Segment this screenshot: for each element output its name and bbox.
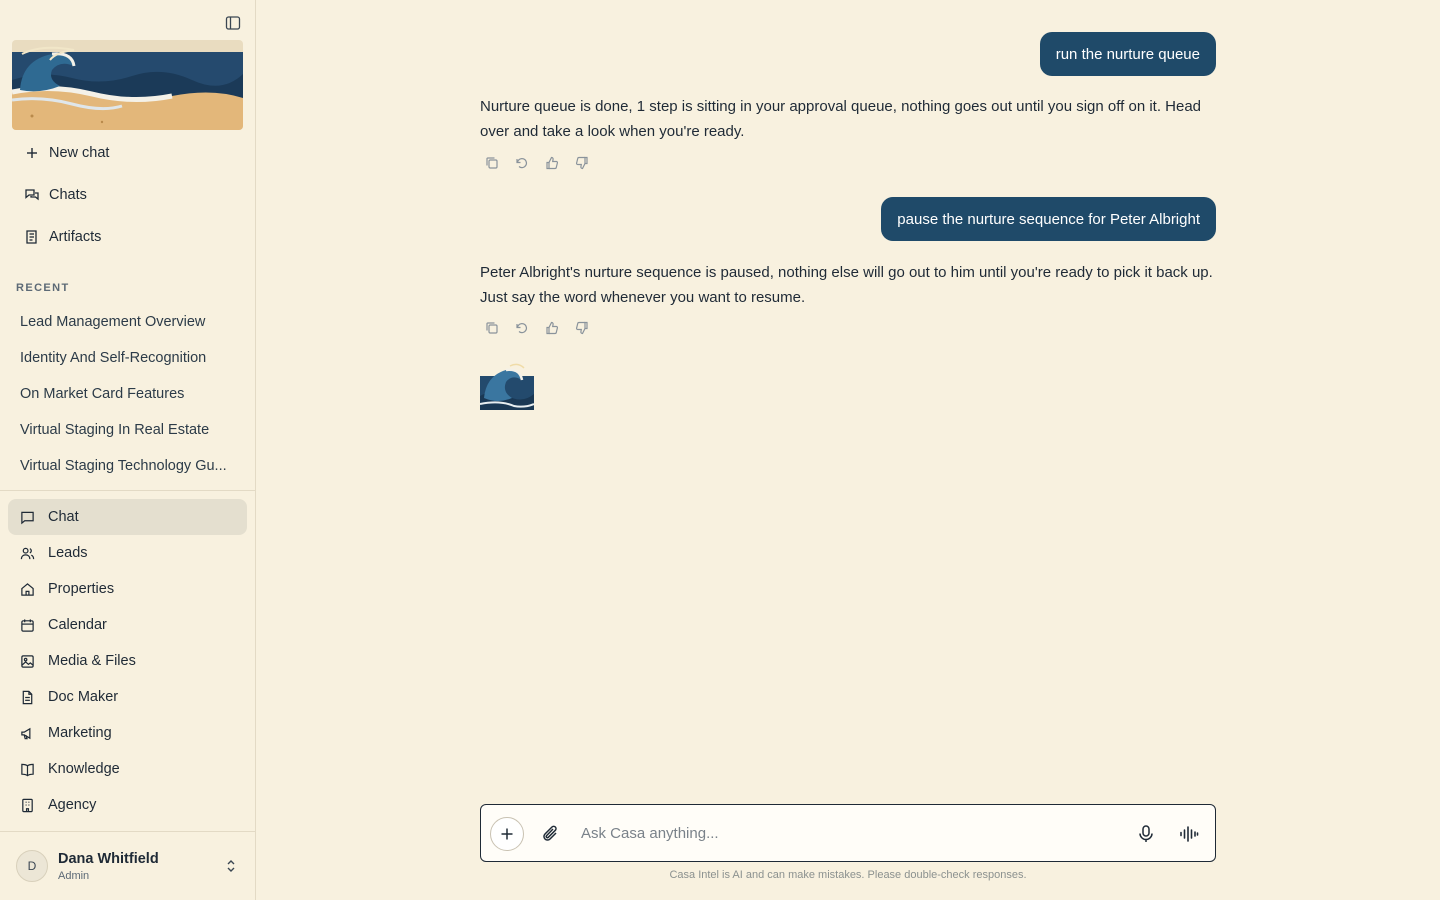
nav-item-label: Calendar: [48, 617, 107, 633]
chats-icon: [25, 189, 39, 201]
thumbs-up-button[interactable]: [544, 155, 560, 171]
nav-item-media-files[interactable]: Media & Files: [8, 643, 247, 679]
calendar-icon: [21, 618, 34, 632]
recent-chat-item[interactable]: Virtual Staging Technology Gu...: [8, 448, 248, 484]
top-nav: New chat Chats Artifacts: [12, 132, 244, 258]
user-name: Dana Whitfield: [58, 850, 159, 867]
plus-icon: [27, 148, 37, 158]
nav-item-properties[interactable]: Properties: [8, 571, 247, 607]
thumbs-down-button[interactable]: [574, 320, 590, 336]
nav-item-label: Properties: [48, 581, 115, 597]
nav-item-doc-maker[interactable]: Doc Maker: [8, 679, 247, 715]
building-icon: [22, 798, 33, 812]
nav-item-leads[interactable]: Leads: [8, 535, 247, 571]
book-icon: [21, 763, 34, 776]
thumbs-down-icon: [575, 156, 588, 170]
thumbs-up-button[interactable]: [544, 320, 560, 336]
message-actions: [484, 155, 590, 171]
regenerate-button[interactable]: [514, 155, 530, 171]
nav-item-label: Agency: [48, 797, 97, 813]
sidebar-toggle-button[interactable]: [222, 12, 244, 34]
nav-item-label: Chat: [48, 509, 79, 525]
nav-item-label: Media & Files: [48, 653, 136, 669]
message-actions: [484, 320, 590, 336]
voice-mode-icon[interactable]: [1179, 824, 1199, 844]
thumbs-down-icon: [575, 321, 588, 335]
message-icon: [21, 511, 34, 524]
nav-item-label: Doc Maker: [48, 689, 119, 705]
users-icon: [20, 547, 35, 559]
sidebar: New chat Chats Artifacts RECENT Lead Man…: [0, 0, 256, 900]
nav-item-chat[interactable]: Chat: [8, 499, 247, 535]
chat-composer: [480, 804, 1216, 862]
chats-label: Chats: [49, 187, 87, 203]
microphone-icon[interactable]: [1136, 824, 1156, 844]
copy-button[interactable]: [484, 320, 500, 336]
nav-item-knowledge[interactable]: Knowledge: [8, 751, 247, 787]
copy-button[interactable]: [484, 155, 500, 171]
regenerate-button[interactable]: [514, 320, 530, 336]
nav-item-marketing[interactable]: Marketing: [8, 715, 247, 751]
recent-chat-item[interactable]: Lead Management Overview: [8, 304, 248, 340]
recent-chat-item[interactable]: Identity And Self-Recognition: [8, 340, 248, 376]
nav-item-agency[interactable]: Agency: [8, 787, 247, 823]
artifacts-icon: [26, 230, 37, 244]
chevron-up-down-icon[interactable]: [224, 858, 238, 874]
thumbs-up-icon: [546, 156, 559, 170]
assistant-message: Nurture queue is done, 1 step is sitting…: [480, 98, 1202, 140]
chat-input[interactable]: [581, 819, 1121, 847]
user-message: pause the nurture sequence for Peter Alb…: [881, 197, 1216, 241]
paperclip-icon[interactable]: [541, 824, 561, 844]
recent-chat-item[interactable]: Virtual Staging In Real Estate: [8, 412, 248, 448]
nav-item-calendar[interactable]: Calendar: [8, 607, 247, 643]
casa-wave-avatar: [480, 363, 534, 410]
avatar: D: [16, 850, 48, 882]
user-role: Admin: [58, 869, 90, 882]
ai-disclaimer: Casa Intel is AI and can make mistakes. …: [669, 869, 1027, 881]
new-chat-button[interactable]: New chat: [12, 132, 244, 174]
chats-link[interactable]: Chats: [12, 174, 244, 216]
thumbs-down-button[interactable]: [574, 155, 590, 171]
copy-icon: [486, 322, 498, 334]
sidebar-divider: [0, 490, 255, 491]
nav-item-label: Leads: [48, 545, 88, 561]
copy-icon: [486, 157, 498, 169]
document-icon: [22, 690, 33, 704]
main-nav: Chat Leads Properties Calendar Media & F…: [8, 499, 247, 823]
image-icon: [21, 654, 34, 668]
assistant-message: Peter Albright's nurture sequence is pau…: [480, 264, 1213, 306]
megaphone-icon: [21, 727, 31, 739]
casa-intel-logo[interactable]: [12, 40, 243, 130]
sidebar-panel-icon: [225, 16, 241, 30]
nav-item-label: Knowledge: [48, 761, 120, 777]
artifacts-label: Artifacts: [49, 229, 102, 245]
user-menu[interactable]: D Dana Whitfield Admin: [0, 832, 255, 900]
new-chat-label: New chat: [49, 145, 110, 161]
home-icon: [21, 582, 34, 596]
artifacts-link[interactable]: Artifacts: [12, 216, 244, 258]
plus-icon: [501, 828, 513, 840]
thumbs-up-icon: [546, 321, 559, 335]
refresh-icon: [516, 323, 528, 334]
recent-chat-item[interactable]: On Market Card Features: [8, 376, 248, 412]
refresh-icon: [516, 158, 528, 169]
user-message: run the nurture queue: [1039, 32, 1216, 76]
recent-chats-list: Lead Management Overview Identity And Se…: [8, 304, 248, 484]
add-button[interactable]: [490, 817, 524, 851]
nav-item-label: Marketing: [48, 725, 112, 741]
recent-section-label: RECENT: [16, 282, 70, 294]
